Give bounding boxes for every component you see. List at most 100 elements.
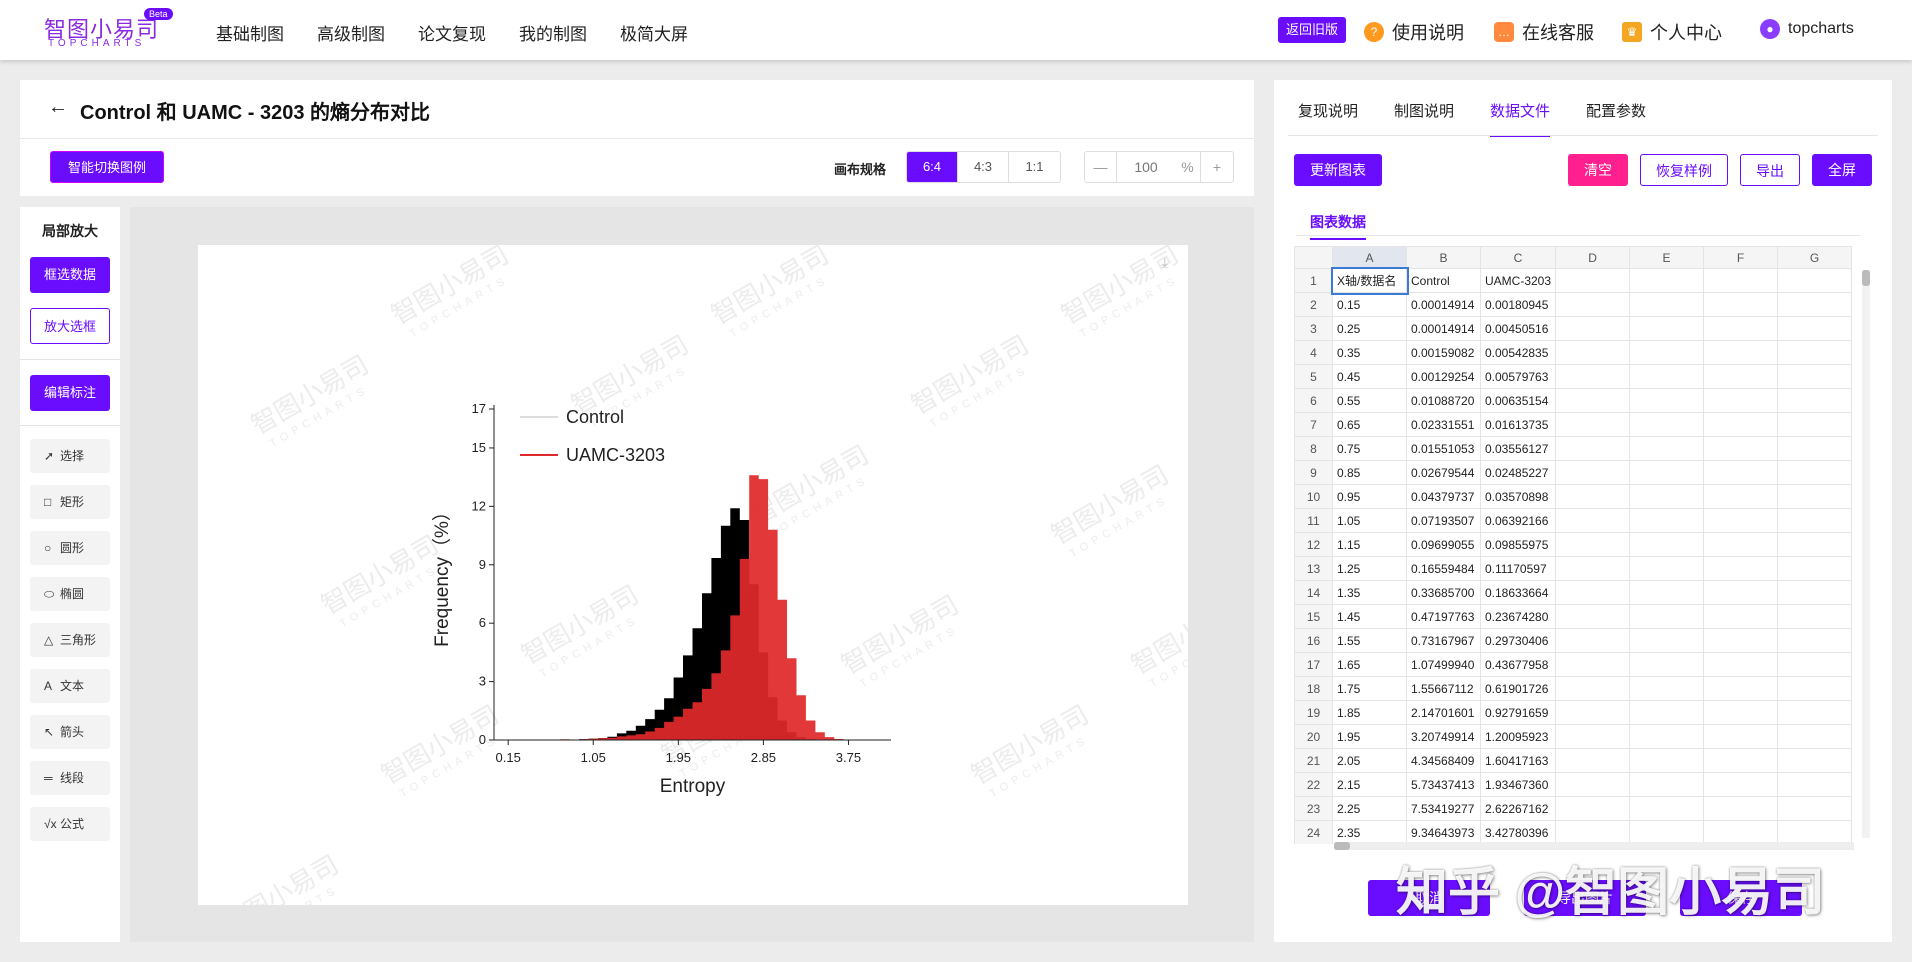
table-cell[interactable]: 0.55 [1332,388,1407,413]
table-cell[interactable] [1555,700,1631,725]
table-cell[interactable]: 3.42780396 [1479,820,1557,844]
table-cell[interactable] [1629,268,1705,293]
table-cell[interactable]: 0.01613735 [1479,412,1557,437]
table-cell[interactable]: 1.85 [1332,700,1407,725]
table-cell[interactable]: 0.07193507 [1406,508,1481,533]
table-cell[interactable] [1777,676,1853,701]
table-cell[interactable]: 2.25 [1332,796,1407,821]
table-cell[interactable] [1703,556,1779,581]
table-cell[interactable]: 0.95 [1332,484,1407,509]
tool-text[interactable]: A 文本 [30,669,110,703]
table-cell[interactable] [1629,772,1705,797]
table-cell[interactable]: 0.29730406 [1479,628,1557,653]
table-cell[interactable] [1555,364,1631,389]
zoom-minus-button[interactable]: — [1085,152,1117,182]
table-cell[interactable] [1703,412,1779,437]
table-cell[interactable] [1777,364,1853,389]
table-cell[interactable]: 0.03570898 [1479,484,1557,509]
table-cell[interactable]: 0.00542835 [1479,340,1557,365]
table-cell[interactable] [1555,652,1631,677]
table-cell[interactable]: 0.45 [1332,364,1407,389]
export-button[interactable]: 导出 [1740,154,1800,186]
table-cell[interactable]: 1.55667112 [1406,676,1481,701]
table-cell[interactable]: 0.43677958 [1479,652,1557,677]
table-cell[interactable]: 1.93467360 [1479,772,1557,797]
table-cell[interactable] [1629,412,1705,437]
column-header[interactable]: E [1629,246,1705,269]
update-chart-button[interactable]: 更新图表 [1294,154,1382,186]
table-cell[interactable]: 0.01088720 [1406,388,1481,413]
ratio-6-4[interactable]: 6:4 [907,152,958,182]
table-cell[interactable] [1555,436,1631,461]
guide-link[interactable]: ? 使用说明 [1364,19,1464,45]
table-cell[interactable]: 0.00129254 [1406,364,1481,389]
table-cell[interactable] [1703,340,1779,365]
table-cell[interactable] [1703,460,1779,485]
table-cell[interactable] [1703,508,1779,533]
tool-cursor[interactable]: ➚ 选择 [30,439,110,473]
table-cell[interactable]: 1.07499940 [1406,652,1481,677]
table-cell[interactable] [1777,460,1853,485]
tool-arrow[interactable]: ↖ 箭头 [30,715,110,749]
table-cell[interactable] [1555,268,1631,293]
column-header[interactable]: G [1777,246,1853,269]
table-cell[interactable]: 4.34568409 [1406,748,1481,773]
table-cell[interactable] [1777,556,1853,581]
table-cell[interactable] [1629,604,1705,629]
table-cell[interactable] [1555,388,1631,413]
table-cell[interactable] [1555,460,1631,485]
table-cell[interactable] [1555,724,1631,749]
table-cell[interactable]: 2.62267162 [1479,796,1557,821]
column-header[interactable]: D [1555,246,1631,269]
table-cell[interactable] [1629,460,1705,485]
table-cell[interactable] [1777,628,1853,653]
ratio-4-3[interactable]: 4:3 [958,152,1009,182]
table-cell[interactable] [1703,772,1779,797]
table-cell[interactable]: 0.00014914 [1406,316,1481,341]
table-cell[interactable]: 0.23674280 [1479,604,1557,629]
table-cell[interactable] [1777,268,1853,293]
table-cell[interactable] [1629,676,1705,701]
table-cell[interactable] [1629,316,1705,341]
table-cell[interactable] [1629,556,1705,581]
table-cell[interactable] [1777,532,1853,557]
table-cell[interactable]: 0.00180945 [1479,292,1557,317]
tool-line[interactable]: ═ 线段 [30,761,110,795]
table-cell[interactable] [1555,628,1631,653]
nav-my-charts[interactable]: 我的制图 [519,20,587,45]
select-data-button[interactable]: 框选数据 [30,257,110,293]
table-cell[interactable]: 0.47197763 [1406,604,1481,629]
table-cell[interactable] [1629,724,1705,749]
table-cell[interactable] [1777,412,1853,437]
table-cell[interactable]: 2.05 [1332,748,1407,773]
table-cell[interactable] [1629,388,1705,413]
table-cell[interactable] [1703,820,1779,844]
table-cell[interactable]: 0.00014914 [1406,292,1481,317]
logo[interactable]: 智图小易司 TOPCHARTS Beta [44,8,174,52]
table-cell[interactable]: 0.00635154 [1479,388,1557,413]
table-cell[interactable] [1703,652,1779,677]
table-cell[interactable] [1629,796,1705,821]
table-cell[interactable] [1777,388,1853,413]
table-cell[interactable] [1703,484,1779,509]
table-cell[interactable] [1777,700,1853,725]
fullscreen-button[interactable]: 全屏 [1812,154,1872,186]
table-cell[interactable] [1777,652,1853,677]
table-cell[interactable] [1703,268,1779,293]
zoom-input[interactable]: 100 [1117,152,1175,182]
table-cell[interactable] [1555,508,1631,533]
table-cell[interactable] [1777,340,1853,365]
nav-advanced-charts[interactable]: 高级制图 [317,20,385,45]
table-cell[interactable] [1555,772,1631,797]
column-header[interactable]: C [1479,246,1557,269]
table-cell[interactable]: 1.75 [1332,676,1407,701]
table-cell[interactable] [1629,340,1705,365]
table-cell[interactable] [1555,412,1631,437]
table-cell[interactable] [1777,484,1853,509]
table-cell[interactable]: 0.16559484 [1406,556,1481,581]
tab-data-file[interactable]: 数据文件 [1490,100,1551,137]
table-cell[interactable] [1555,484,1631,509]
table-cell[interactable] [1629,508,1705,533]
table-cell[interactable]: 0.02331551 [1406,412,1481,437]
table-cell[interactable] [1555,748,1631,773]
